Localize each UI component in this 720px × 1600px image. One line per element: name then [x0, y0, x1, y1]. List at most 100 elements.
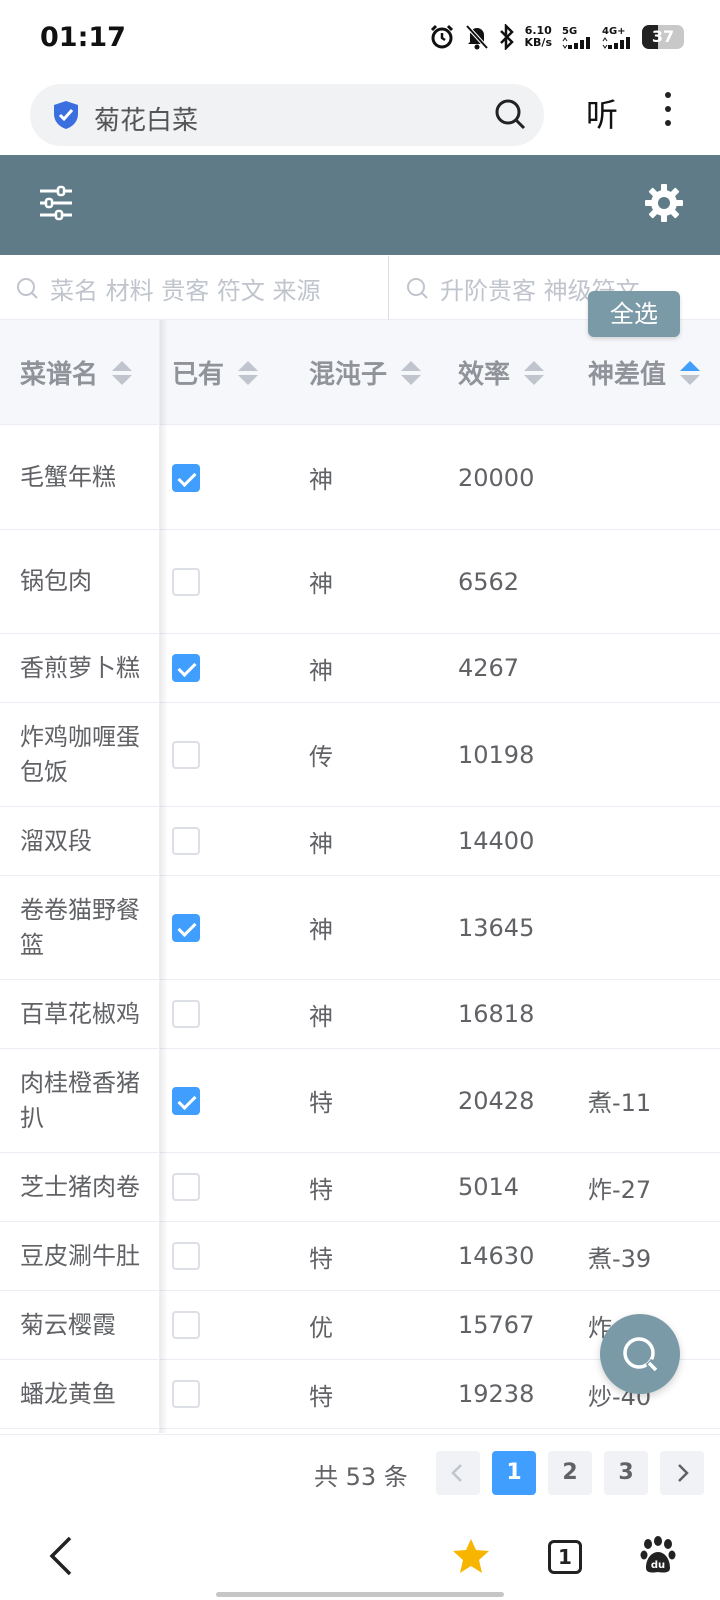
recipe-name-cell: 菊云樱霞: [20, 1291, 154, 1359]
alarm-icon: [429, 24, 455, 50]
recipe-name-cell: 炸鸡咖喱蛋包饭: [20, 703, 154, 806]
status-icons: 6.10 KB/s 5G 4G+ 37: [429, 24, 684, 50]
table-row[interactable]: 芝士猪肉卷 特 5014 炸-27: [0, 1153, 720, 1222]
sort-icon[interactable]: [524, 359, 545, 387]
efficiency-cell: 15767: [458, 1311, 535, 1339]
table-row[interactable]: 锅包肉 神 6562: [0, 530, 720, 634]
sort-icon[interactable]: [238, 359, 259, 387]
owned-cell: [172, 1222, 200, 1290]
recipe-name-cell: 卷卷猫野餐篮: [20, 876, 154, 979]
floating-search-button[interactable]: [600, 1314, 680, 1394]
column-header-name[interactable]: 菜谱名: [20, 320, 133, 425]
signal-4g: 4G+: [602, 26, 632, 49]
table-row[interactable]: 肉桂橙香猪扒 特 20428 煮-11: [0, 1049, 720, 1153]
recipe-table: 菜谱名 已有 混沌子 效率 神差值 毛蟹年糕神 20000 锅包肉神 6562 香煎萝卜…: [0, 320, 720, 1433]
browser-search-text: 菊花白菜: [94, 106, 199, 136]
owned-cell: [172, 703, 200, 806]
next-page-button[interactable]: [660, 1451, 704, 1495]
owned-checkbox[interactable]: [172, 1242, 200, 1270]
gear-icon[interactable]: [644, 183, 684, 227]
tabs-button[interactable]: 1: [548, 1540, 582, 1574]
table-row[interactable]: 毛蟹年糕 神 20000: [0, 426, 720, 530]
table-row[interactable]: 炸鸡咖喱蛋包饭 传 10198: [0, 703, 720, 807]
table-row[interactable]: 香煎萝卜糕 神 4267: [0, 634, 720, 703]
chaos-rank-cell: 神: [309, 916, 333, 944]
efficiency-cell: 20428: [458, 1086, 535, 1115]
efficiency-cell: 14630: [458, 1242, 535, 1270]
column-header-efficiency[interactable]: 效率: [458, 320, 545, 425]
net-speed: 6.10 KB/s: [525, 25, 552, 49]
column-header-chaos[interactable]: 混沌子: [309, 320, 422, 425]
search-icon: [623, 1337, 658, 1372]
mute-bell-icon: [465, 24, 489, 50]
owned-cell: [172, 634, 200, 702]
table-row[interactable]: 百草花椒鸡 神 16818: [0, 980, 720, 1049]
chaos-rank-cell: 传: [309, 743, 333, 771]
owned-checkbox[interactable]: [172, 1086, 200, 1115]
chevron-left-icon: [49, 1536, 72, 1576]
browser-search-box[interactable]: 菊花白菜: [30, 84, 544, 146]
owned-checkbox[interactable]: [172, 654, 200, 682]
owned-checkbox[interactable]: [172, 740, 200, 769]
fixed-column-shadow: [160, 320, 168, 1433]
owned-checkbox[interactable]: [172, 827, 200, 855]
chaos-rank-cell: 特: [309, 1382, 333, 1411]
owned-checkbox[interactable]: [172, 913, 200, 942]
owned-checkbox[interactable]: [172, 1173, 200, 1201]
chaos-rank-cell: 优: [309, 1313, 333, 1342]
owned-cell: [172, 1049, 200, 1152]
browser-bar: 菊花白菜 听: [0, 78, 720, 154]
page-button-3[interactable]: 3: [604, 1451, 648, 1495]
recipe-name-cell: 肉桂橙香猪扒: [20, 1049, 154, 1152]
recipe-name: 香煎萝卜糕: [20, 653, 140, 682]
favorites-button[interactable]: [452, 1538, 490, 1578]
diff-cell: 煮-11: [588, 1089, 652, 1117]
search-icon[interactable]: [494, 98, 526, 134]
column-header-owned-label: 已有: [172, 360, 225, 390]
chaos-rank-cell: 特: [309, 1244, 333, 1273]
column-header-owned[interactable]: 已有: [172, 320, 259, 425]
table-row[interactable]: 溜双段 神 14400: [0, 807, 720, 876]
owned-cell: [172, 807, 200, 875]
table-row[interactable]: 卷卷猫野餐篮 神 13645: [0, 876, 720, 980]
recipe-name-cell: 香煎萝卜糕: [20, 634, 154, 702]
owned-checkbox[interactable]: [172, 1000, 200, 1028]
browser-bottom-nav: 1 du: [0, 1514, 720, 1600]
filter-sliders-icon[interactable]: [38, 183, 74, 227]
owned-checkbox[interactable]: [172, 567, 200, 596]
column-header-efficiency-label: 效率: [458, 360, 511, 390]
sort-ascending-icon[interactable]: [680, 359, 701, 387]
recipe-name: 肉桂橙香猪扒: [20, 1068, 140, 1132]
recipe-name-cell: 溜双段: [20, 807, 154, 875]
efficiency-cell: 19238: [458, 1380, 535, 1408]
owned-checkbox[interactable]: [172, 1311, 200, 1339]
efficiency-cell: 6562: [458, 567, 520, 596]
recipe-name: 豆皮涮牛肚: [20, 1241, 140, 1270]
status-bar: 01:17 6.10 KB/s 5G 4G+ 37: [0, 0, 720, 78]
diff-cell: 煮-39: [588, 1244, 652, 1273]
listen-button[interactable]: 听: [586, 90, 618, 136]
back-button[interactable]: [46, 1534, 76, 1582]
baidu-paw-icon[interactable]: du: [640, 1536, 676, 1578]
recipe-search-input[interactable]: 菜名 材料 贵客 符文 来源: [16, 256, 388, 320]
chaos-rank-cell: 神: [309, 1002, 333, 1031]
select-all-button[interactable]: 全选: [588, 291, 680, 337]
home-indicator: [216, 1592, 504, 1597]
prev-page-button[interactable]: [436, 1451, 480, 1495]
sort-icon[interactable]: [112, 359, 133, 387]
efficiency-cell: 16818: [458, 1000, 535, 1028]
recipe-name: 炸鸡咖喱蛋包饭: [20, 722, 140, 786]
table-row[interactable]: 豆皮涮牛肚 特 14630 煮-39: [0, 1222, 720, 1291]
owned-checkbox[interactable]: [172, 1380, 200, 1408]
efficiency-cell: 10198: [458, 740, 535, 769]
more-menu-icon[interactable]: [662, 92, 674, 132]
status-time: 01:17: [40, 22, 126, 53]
chaos-rank-cell: 神: [309, 570, 333, 598]
efficiency-cell: 4267: [458, 654, 520, 682]
efficiency-cell: 20000: [458, 463, 535, 492]
owned-checkbox[interactable]: [172, 463, 200, 492]
sort-icon[interactable]: [401, 359, 422, 387]
chaos-rank-cell: 神: [309, 466, 333, 494]
page-button-1[interactable]: 1: [492, 1451, 536, 1495]
page-button-2[interactable]: 2: [548, 1451, 592, 1495]
